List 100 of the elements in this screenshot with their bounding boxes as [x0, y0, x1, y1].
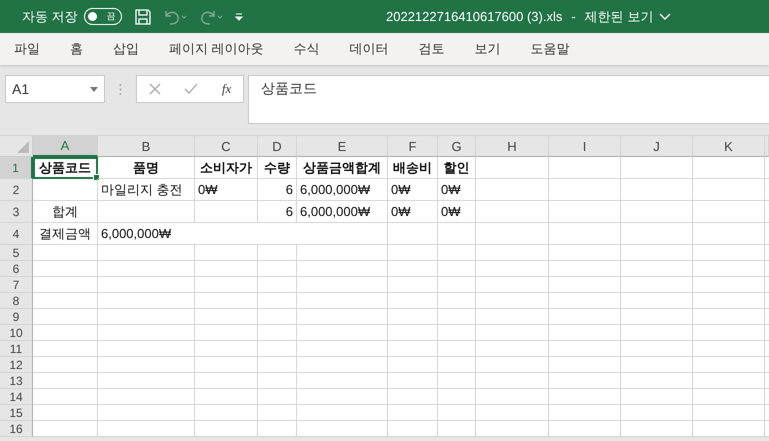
empty-cell [621, 309, 693, 325]
name-box[interactable]: A1 [5, 75, 105, 103]
empty-cell [438, 389, 476, 405]
column-header[interactable]: K [693, 136, 765, 157]
row-header[interactable]: 6 [0, 261, 33, 277]
table-cell: 수량 [258, 157, 297, 179]
empty-cell [549, 373, 621, 389]
empty-cell [388, 277, 438, 293]
empty-cell [258, 325, 297, 341]
insert-function-button[interactable]: fx [222, 81, 232, 97]
empty-cell [388, 245, 438, 261]
empty-cell [693, 309, 765, 325]
empty-cell [693, 341, 765, 357]
row-header[interactable]: 4 [0, 223, 33, 245]
empty-cell [693, 179, 765, 201]
empty-cell [549, 261, 621, 277]
save-icon[interactable] [134, 8, 152, 26]
empty-cell [621, 341, 693, 357]
empty-cell [438, 277, 476, 293]
row-header[interactable]: 7 [0, 277, 33, 293]
table-cell: 0₩ [195, 179, 258, 201]
row-header[interactable]: 12 [0, 357, 33, 373]
triangle-icon [17, 141, 29, 153]
column-header[interactable]: B [98, 136, 195, 157]
column-header[interactable]: C [195, 136, 258, 157]
drag-handle-icon[interactable] [119, 83, 122, 96]
column-header[interactable]: D [258, 136, 297, 157]
autosave-label: 자동 저장 [22, 8, 78, 26]
empty-cell [693, 357, 765, 373]
row-header[interactable]: 3 [0, 201, 33, 223]
empty-cell [258, 309, 297, 325]
column-header[interactable]: G [438, 136, 476, 157]
table-cell: 6,000,000₩ [297, 201, 388, 223]
row-header[interactable]: 2 [0, 179, 33, 201]
empty-cell [195, 261, 258, 277]
column-header[interactable]: H [476, 136, 549, 157]
column-header[interactable]: A [33, 136, 98, 157]
empty-cell [195, 357, 258, 373]
row-header[interactable]: 11 [0, 341, 33, 357]
empty-cell [438, 325, 476, 341]
empty-cell [693, 223, 765, 245]
empty-cell [388, 357, 438, 373]
column-header[interactable]: F [388, 136, 438, 157]
ribbon-tab[interactable]: 수식 [286, 36, 328, 62]
ribbon-tab[interactable]: 보기 [466, 36, 509, 62]
ribbon-tab[interactable]: 파일 [6, 36, 48, 62]
table-cell: 0₩ [388, 179, 438, 201]
chevron-down-icon[interactable] [659, 12, 672, 20]
empty-cell [621, 277, 693, 293]
empty-cell [438, 357, 476, 373]
row-header[interactable]: 1 [0, 157, 33, 179]
empty-cell [438, 373, 476, 389]
empty-cell [621, 293, 693, 309]
ribbon-tab[interactable]: 데이터 [342, 36, 397, 62]
title-separator: - [571, 9, 576, 24]
ribbon-tab[interactable]: 홈 [62, 36, 91, 62]
empty-cell [195, 201, 258, 223]
empty-cell [388, 325, 438, 341]
view-mode[interactable]: 제한된 보기 [584, 8, 654, 26]
column-header[interactable]: I [549, 136, 621, 157]
row-header[interactable]: 13 [0, 373, 33, 389]
table-cell: 상품금액합계 [297, 157, 388, 179]
empty-cell [258, 341, 297, 357]
empty-cell [693, 157, 765, 179]
empty-cell [438, 223, 476, 245]
empty-cell [621, 357, 693, 373]
row-header[interactable]: 14 [0, 389, 33, 405]
formula-input[interactable]: 상품코드 [248, 75, 769, 124]
empty-cell [438, 245, 476, 261]
ribbon-tab[interactable]: 도움말 [522, 36, 578, 62]
column-header[interactable]: J [621, 136, 693, 157]
column-header[interactable]: E [297, 136, 388, 157]
row-header[interactable]: 5 [0, 245, 33, 261]
empty-cell [388, 293, 438, 309]
row-header[interactable]: 8 [0, 293, 33, 309]
table-cell: 상품코드 [33, 157, 98, 179]
checkmark-icon[interactable] [184, 83, 198, 95]
empty-cell [621, 405, 693, 421]
empty-cell [549, 277, 621, 293]
cancel-icon[interactable] [148, 83, 161, 95]
ribbon-tab[interactable]: 삽입 [105, 36, 147, 62]
empty-cell [693, 201, 765, 223]
row-header[interactable]: 15 [0, 405, 33, 421]
autosave-toggle[interactable]: 끔 [84, 8, 122, 25]
table-cell: 할인 [438, 157, 476, 179]
empty-cell [693, 245, 765, 261]
row-header[interactable]: 9 [0, 309, 33, 325]
empty-cell [549, 223, 621, 245]
empty-cell [693, 405, 765, 421]
customize-toolbar-icon[interactable] [234, 12, 244, 22]
ribbon-tab[interactable]: 검토 [410, 36, 453, 62]
row-header[interactable]: 16 [0, 421, 33, 437]
empty-cell [693, 261, 765, 277]
ribbon-tab[interactable]: 페이지 레이아웃 [161, 36, 272, 62]
empty-cell [195, 325, 258, 341]
table-cell: 합계 [33, 201, 98, 223]
empty-cell [693, 389, 765, 405]
empty-cell [195, 309, 258, 325]
empty-cell [195, 341, 258, 357]
row-header[interactable]: 10 [0, 325, 33, 341]
